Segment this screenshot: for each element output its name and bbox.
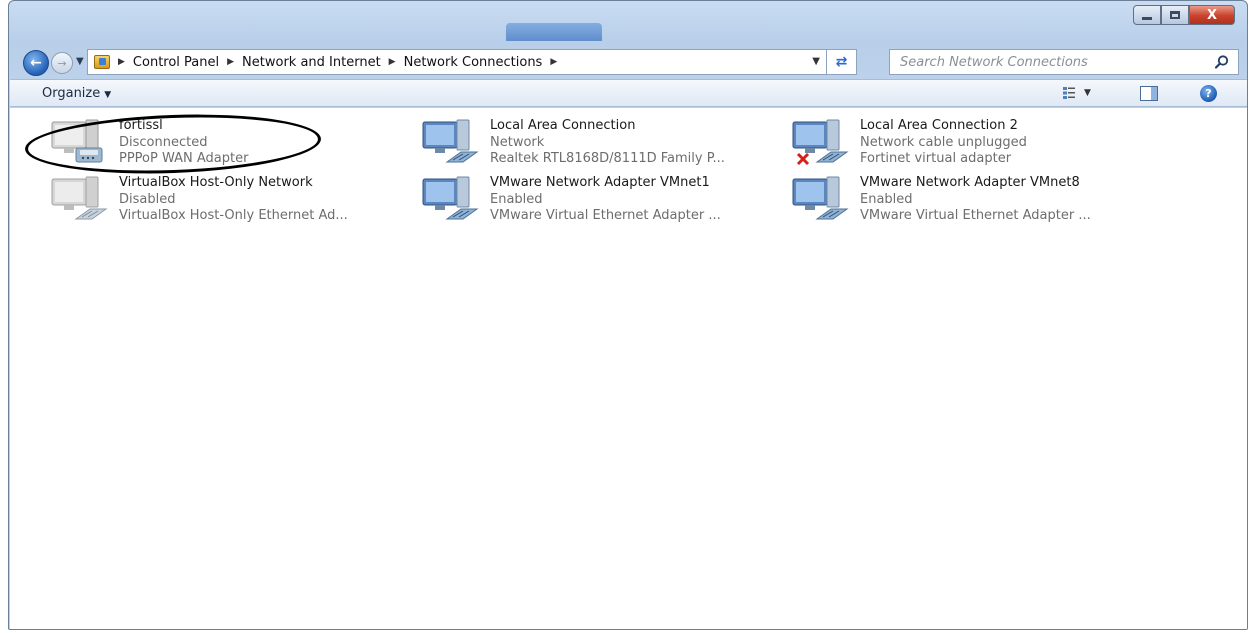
connection-text: Local Area Connection 2 Network cable un… (860, 118, 1027, 168)
forward-button[interactable]: → (51, 52, 73, 74)
connection-status: Enabled (490, 191, 543, 207)
connection-name: fortissl (119, 118, 163, 133)
network-adapter-icon (792, 176, 849, 220)
connection-status: Network (490, 134, 545, 150)
connection-device: VirtualBox Host-Only Ethernet Ad... (119, 208, 348, 223)
connection-device: VMware Virtual Ethernet Adapter ... (860, 208, 1091, 223)
close-button[interactable]: X (1189, 5, 1235, 25)
network-adapter-icon (792, 119, 849, 163)
connection-item-vmware-vmnet1[interactable]: VMware Network Adapter VMnet1 Enabled VM… (411, 175, 771, 231)
connection-item-fortissl[interactable]: fortissl Disconnected PPPoP WAN Adapter (40, 118, 400, 174)
navigation-bar: ← → ▼ ▶ Control Panel ▶ Network and Inte… (9, 43, 1247, 77)
connection-name: VMware Network Adapter VMnet8 (860, 175, 1080, 190)
connections-view: fortissl Disconnected PPPoP WAN Adapter … (10, 108, 1247, 629)
back-button[interactable]: ← (23, 50, 49, 76)
connection-text: Local Area Connection Network Realtek RT… (490, 118, 725, 168)
connection-device: PPPoP WAN Adapter (119, 151, 249, 166)
search-input[interactable]: Search Network Connections (889, 49, 1239, 75)
view-options-dropdown[interactable]: ▼ (1084, 88, 1091, 98)
connection-item-vmware-vmnet8[interactable]: VMware Network Adapter VMnet8 Enabled VM… (781, 175, 1141, 231)
connection-status: Enabled (860, 191, 913, 207)
title-bar-highlight (506, 23, 602, 41)
close-icon: X (1206, 7, 1218, 23)
maximize-button[interactable] (1161, 5, 1189, 25)
organize-label: Organize (42, 86, 101, 101)
connection-status: Network cable unplugged (860, 134, 1027, 150)
connection-name: VMware Network Adapter VMnet1 (490, 175, 710, 190)
breadcrumb-network-connections[interactable]: Network Connections (404, 55, 543, 70)
search-placeholder: Search Network Connections (900, 54, 1088, 70)
window-controls: X (1133, 5, 1235, 25)
help-icon[interactable]: ? (1200, 85, 1217, 102)
network-adapter-icon (422, 176, 479, 220)
breadcrumb-network-and-internet[interactable]: Network and Internet (242, 55, 381, 70)
organize-menu[interactable]: Organize ▼ (42, 86, 111, 101)
address-bar[interactable]: ▶ Control Panel ▶ Network and Internet ▶… (87, 49, 857, 75)
chevron-right-icon[interactable]: ▶ (118, 57, 125, 67)
control-panel-icon (94, 55, 110, 69)
connection-status: Disconnected (119, 134, 208, 150)
connection-device: VMware Virtual Ethernet Adapter ... (490, 208, 721, 223)
connection-text: VMware Network Adapter VMnet1 Enabled VM… (490, 175, 721, 225)
minimize-icon (1142, 17, 1152, 20)
refresh-button[interactable]: ⇄ (826, 49, 856, 75)
address-history-dropdown[interactable]: ▼ (812, 56, 820, 67)
connection-device: Fortinet virtual adapter (860, 151, 1012, 166)
preview-pane-icon[interactable] (1140, 86, 1158, 101)
error-x-icon (796, 152, 810, 166)
chevron-right-icon[interactable]: ▶ (389, 57, 396, 67)
refresh-icon: ⇄ (835, 54, 848, 70)
network-adapter-icon (422, 119, 479, 163)
connection-name: VirtualBox Host-Only Network (119, 175, 313, 190)
chevron-right-icon[interactable]: ▶ (550, 57, 557, 67)
maximize-icon (1170, 11, 1180, 19)
breadcrumb-control-panel[interactable]: Control Panel (133, 55, 219, 70)
recent-pages-dropdown[interactable]: ▼ (76, 56, 84, 67)
chevron-right-icon[interactable]: ▶ (227, 57, 234, 67)
dialup-connection-icon (51, 119, 103, 163)
connection-item-local-area-connection-2[interactable]: Local Area Connection 2 Network cable un… (781, 118, 1141, 174)
explorer-window: X ← → ▼ ▶ Control Panel ▶ Network and In… (8, 0, 1248, 630)
connection-text: VirtualBox Host-Only Network Disabled Vi… (119, 175, 348, 225)
connection-item-virtualbox-host-only-network[interactable]: VirtualBox Host-Only Network Disabled Vi… (40, 175, 400, 231)
chevron-down-icon: ▼ (104, 90, 112, 100)
forward-arrow-icon: → (57, 56, 67, 70)
connection-device: Realtek RTL8168D/8111D Family P... (490, 151, 725, 166)
connection-name: Local Area Connection 2 (860, 118, 1018, 133)
back-arrow-icon: ← (30, 55, 42, 71)
connection-name: Local Area Connection (490, 118, 636, 133)
connection-status: Disabled (119, 191, 176, 207)
connection-item-local-area-connection[interactable]: Local Area Connection Network Realtek RT… (411, 118, 771, 174)
command-bar: Organize ▼ ▼ ? (10, 79, 1247, 107)
search-icon[interactable] (1214, 54, 1230, 70)
network-adapter-icon (51, 176, 108, 220)
connection-text: fortissl Disconnected PPPoP WAN Adapter (119, 118, 248, 168)
connection-text: VMware Network Adapter VMnet8 Enabled VM… (860, 175, 1091, 225)
minimize-button[interactable] (1133, 5, 1161, 25)
change-view-icon[interactable] (1062, 86, 1076, 100)
